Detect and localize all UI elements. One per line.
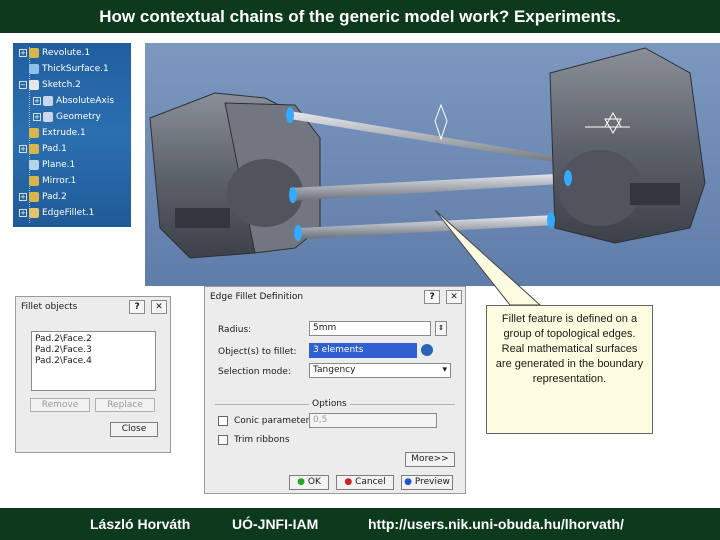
tree-item-label: Pad.2	[42, 191, 67, 202]
footer-institute: UÓ-JNFI-IAM	[232, 516, 319, 532]
list-item[interactable]: Pad.2\Face.4	[35, 356, 152, 367]
fillet-edge-marker[interactable]	[289, 187, 297, 203]
tree-item-revolute[interactable]: + Revolute.1	[19, 46, 90, 59]
tree-item-label: Mirror.1	[42, 175, 77, 186]
axis-icon	[43, 95, 53, 106]
revolute-icon	[29, 47, 39, 58]
tree-item-pad2[interactable]: + Pad.2	[19, 190, 67, 203]
tree-item-label: EdgeFillet.1	[42, 207, 95, 218]
plane-icon	[29, 159, 39, 170]
more-button[interactable]: More>>	[405, 452, 455, 467]
fillet-edge-marker[interactable]	[286, 107, 294, 123]
tree-item-label: Extrude.1	[42, 127, 86, 138]
slide-title: How contextual chains of the generic mod…	[0, 0, 720, 33]
tree-item-label: Plane.1	[42, 159, 76, 170]
tree-item-sketch[interactable]: − Sketch.2	[19, 78, 81, 91]
dialog-title: Fillet objects	[21, 302, 78, 312]
conic-label: Conic parameter:	[234, 416, 313, 426]
conic-checkbox[interactable]	[218, 416, 228, 426]
mirror-icon	[29, 175, 39, 186]
spinner-icon[interactable]: ⇕	[435, 321, 447, 336]
radius-input[interactable]: 5mm	[309, 321, 431, 336]
preview-icon: ●	[404, 477, 412, 487]
fillet-edge-marker[interactable]	[294, 225, 302, 241]
specification-tree[interactable]: + Revolute.1 ThickSurface.1 − Sketch.2 +…	[13, 43, 131, 227]
close-icon[interactable]: ✕	[151, 300, 167, 314]
pad-icon	[29, 191, 39, 202]
preview-label: Preview	[414, 477, 450, 487]
edge-fillet-icon	[29, 207, 39, 218]
cancel-label: Cancel	[355, 477, 386, 487]
fillet-objects-dialog[interactable]: Fillet objects ? ✕ Pad.2\Face.2 Pad.2\Fa…	[15, 296, 171, 453]
remove-button[interactable]: Remove	[30, 398, 90, 412]
fillet-edge-marker[interactable]	[564, 170, 572, 186]
tree-item-thicksurface[interactable]: ThickSurface.1	[29, 62, 109, 75]
cancel-button[interactable]: ● Cancel	[336, 475, 394, 490]
conic-input[interactable]: 0,5	[309, 413, 437, 428]
footer-author: László Horváth	[90, 516, 191, 532]
ok-icon: ●	[297, 477, 305, 487]
tree-item-extrude[interactable]: Extrude.1	[29, 126, 86, 139]
expand-icon[interactable]: +	[19, 144, 27, 153]
tree-item-label: Sketch.2	[42, 79, 81, 90]
tree-item-label: Revolute.1	[42, 47, 91, 58]
help-button[interactable]: ?	[129, 300, 146, 314]
list-item[interactable]: Pad.2\Face.3	[35, 345, 152, 356]
geometry-icon	[43, 111, 53, 122]
tree-item-label: Pad.1	[42, 143, 67, 154]
cancel-icon: ●	[344, 477, 353, 487]
tree-item-plane[interactable]: Plane.1	[29, 158, 75, 171]
trim-ribbons-label: Trim ribbons	[234, 435, 290, 445]
footer-url[interactable]: http://users.nik.uni-obuda.hu/lhorvath/	[368, 516, 624, 532]
expand-icon[interactable]: +	[33, 96, 41, 105]
tree-item-label: ThickSurface.1	[42, 63, 109, 74]
expand-icon[interactable]: +	[19, 192, 27, 201]
thick-surface-icon	[29, 63, 39, 74]
close-button[interactable]: Close	[110, 422, 158, 437]
ok-label: OK	[307, 477, 321, 487]
tree-item-geometry[interactable]: + Geometry	[33, 110, 101, 123]
chevron-down-icon[interactable]: ▾	[442, 364, 447, 377]
callout-pointer	[434, 209, 542, 306]
tree-item-mirror[interactable]: Mirror.1	[29, 174, 76, 187]
tree-item-absolute-axis[interactable]: + AbsoluteAxis	[33, 94, 114, 107]
selection-mode-value: Tangency	[313, 365, 356, 375]
plane-diamond	[434, 103, 448, 141]
ok-button[interactable]: ● OK	[289, 475, 329, 490]
tree-item-pad1[interactable]: + Pad.1	[19, 142, 67, 155]
expand-icon[interactable]: +	[19, 208, 27, 217]
objects-field[interactable]: 3 elements	[309, 343, 417, 358]
selection-mode-label: Selection mode:	[218, 367, 291, 377]
edit-list-icon[interactable]	[421, 344, 433, 356]
expand-icon[interactable]: +	[33, 112, 41, 121]
edge-fillet-dialog[interactable]: Edge Fillet Definition ? ✕ Radius: 5mm ⇕…	[204, 286, 466, 494]
preview-button[interactable]: ● Preview	[401, 475, 453, 490]
pad-icon	[29, 143, 39, 154]
trim-ribbons-checkbox[interactable]	[218, 435, 228, 445]
replace-button[interactable]: Replace	[95, 398, 155, 412]
annotation-callout: Fillet feature is defined on a group of …	[486, 305, 653, 434]
fillet-objects-list[interactable]: Pad.2\Face.2 Pad.2\Face.3 Pad.2\Face.4	[31, 331, 156, 391]
objects-label: Object(s) to fillet:	[218, 347, 297, 357]
dialog-title: Edge Fillet Definition	[210, 292, 304, 302]
options-group-label: Options	[309, 399, 350, 409]
collapse-icon[interactable]: −	[19, 80, 27, 89]
extrude-icon	[29, 127, 39, 138]
radius-label: Radius:	[218, 325, 252, 335]
sketch-icon	[29, 79, 39, 90]
tree-item-edgefillet[interactable]: + EdgeFillet.1	[19, 206, 94, 219]
list-item[interactable]: Pad.2\Face.2	[35, 334, 152, 345]
tree-item-label: AbsoluteAxis	[56, 95, 115, 106]
footer-bar: László Horváth UÓ-JNFI-IAM http://users.…	[0, 508, 720, 540]
selection-mode-select[interactable]: Tangency ▾	[309, 363, 451, 378]
tree-item-label: Geometry	[56, 111, 101, 122]
expand-icon[interactable]: +	[19, 48, 27, 57]
